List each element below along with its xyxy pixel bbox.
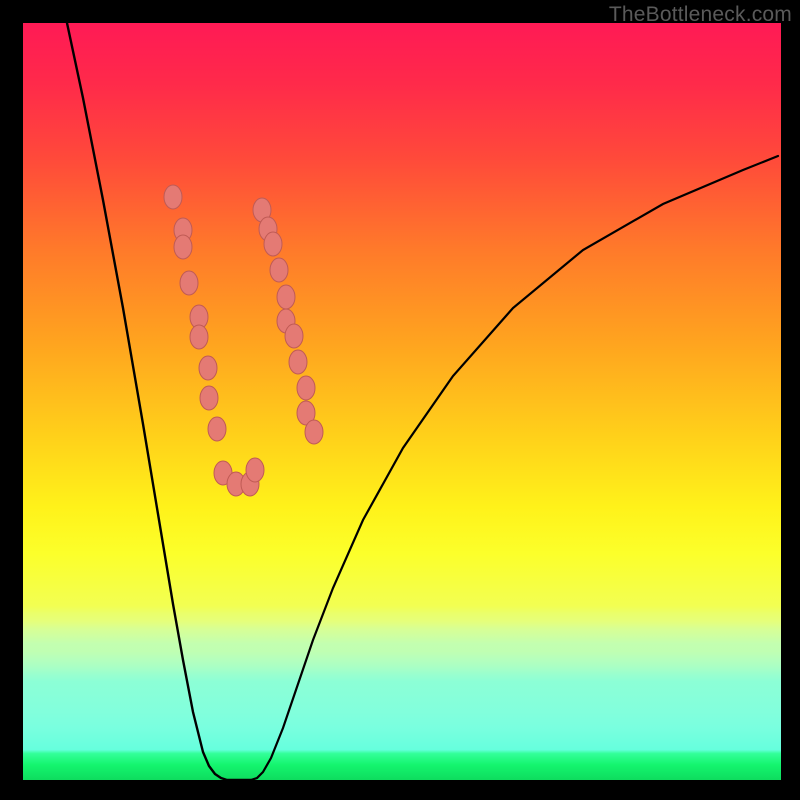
curve-marker-dot [289,350,307,374]
curve-marker-dot [305,420,323,444]
curve-marker-dot [174,235,192,259]
curve-marker-dot [200,386,218,410]
curve-marker-dot [246,458,264,482]
curve-marker-dot [270,258,288,282]
chart-stage: TheBottleneck.com [0,0,800,800]
chart-svg [23,23,781,780]
curve-marker-dot [164,185,182,209]
curve-marker-dot [180,271,198,295]
curve-right-branch [251,156,778,780]
curve-marker-dot [199,356,217,380]
watermark-text: TheBottleneck.com [609,4,792,25]
curve-marker-dot [208,417,226,441]
curve-marker-dot [285,324,303,348]
curve-marker-dot [297,376,315,400]
curve-marker-dot [264,232,282,256]
curve-marker-dot [277,285,295,309]
curve-marker-dot [190,325,208,349]
curve-markers [164,185,323,496]
curve-left-branch [67,23,251,780]
plot-area [23,23,781,780]
